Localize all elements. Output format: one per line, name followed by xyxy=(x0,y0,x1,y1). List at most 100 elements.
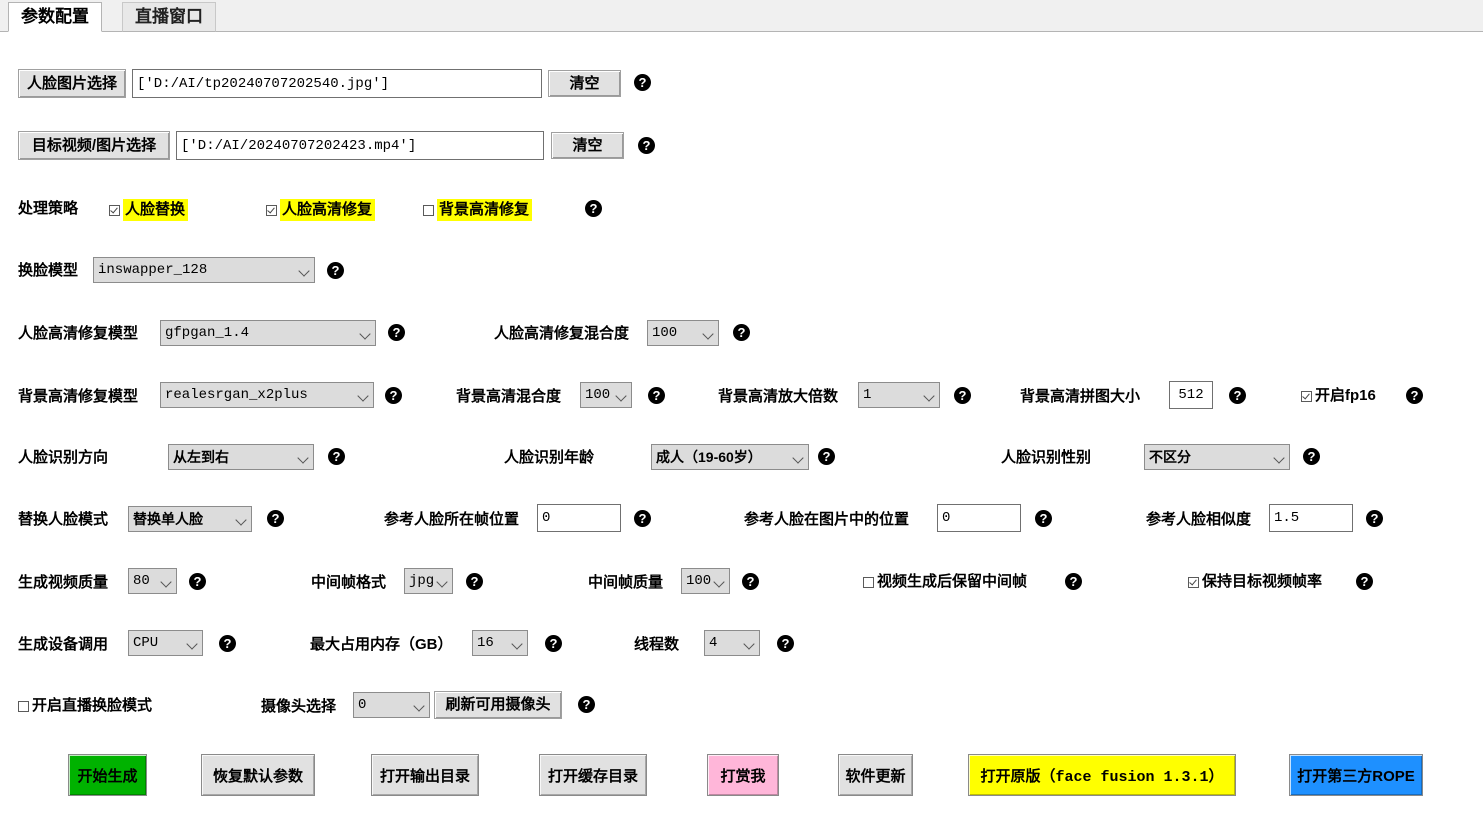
help-icon-detect-gender[interactable]: ? xyxy=(1303,448,1320,465)
help-icon-face-restore-model[interactable]: ? xyxy=(388,324,405,341)
bg-tile-input[interactable]: 512 xyxy=(1169,381,1213,409)
checkbox-box-keep-frames xyxy=(863,576,874,588)
threads-value: 4 xyxy=(709,635,718,651)
checkbox-background-enhance[interactable]: 背景高清修复 xyxy=(423,199,533,221)
bg-restore-model-label: 背景高清修复模型 xyxy=(18,388,139,405)
frame-format-value: jpg xyxy=(409,573,435,589)
face-restore-model-value: gfpgan_1.4 xyxy=(165,325,250,341)
checkbox-label-face-enhance: 人脸高清修复 xyxy=(280,199,376,221)
help-icon-video-quality[interactable]: ? xyxy=(189,573,206,590)
max-memory-label: 最大占用内存（GB） xyxy=(310,636,453,653)
open-cache-dir-button[interactable]: 打开缓存目录 xyxy=(539,754,647,796)
checkbox-label-keep-fps: 保持目标视频帧率 xyxy=(1202,573,1323,590)
bg-scale-select[interactable]: 1 xyxy=(858,382,940,408)
help-icon-target-media[interactable]: ? xyxy=(638,137,655,154)
help-icon-swap-mode[interactable]: ? xyxy=(267,510,284,527)
max-memory-value: 16 xyxy=(477,635,494,651)
chevron-down-icon-detect-direction xyxy=(297,445,311,469)
detect-direction-select[interactable]: 从左到右 xyxy=(168,444,314,470)
help-icon-ref-similarity[interactable]: ? xyxy=(1366,510,1383,527)
face-image-clear-button[interactable]: 清空 xyxy=(548,70,621,97)
checkbox-face-enhance[interactable]: 人脸高清修复 xyxy=(266,199,376,221)
max-memory-select[interactable]: 16 xyxy=(472,630,528,656)
help-icon-bg-blend[interactable]: ? xyxy=(648,387,665,404)
help-icon-frame-quality[interactable]: ? xyxy=(742,573,759,590)
start-generate-button[interactable]: 开始生成 xyxy=(68,754,147,796)
help-icon-keep-frames[interactable]: ? xyxy=(1065,573,1082,590)
help-icon-ref-img-pos[interactable]: ? xyxy=(1035,510,1052,527)
chevron-down-icon-face-restore-model xyxy=(359,321,373,345)
help-icon-strategy[interactable]: ? xyxy=(585,200,602,217)
frame-format-label: 中间帧格式 xyxy=(311,574,387,591)
checkbox-label-keep-frames: 视频生成后保留中间帧 xyxy=(877,573,1028,590)
donate-button[interactable]: 打赏我 xyxy=(707,754,779,796)
help-icon-device[interactable]: ? xyxy=(219,635,236,652)
help-icon-face-restore-blend[interactable]: ? xyxy=(733,324,750,341)
open-original-facefusion-button[interactable]: 打开原版（face fusion 1.3.1） xyxy=(968,754,1236,796)
help-icon-bg-tile[interactable]: ? xyxy=(1229,387,1246,404)
ref-similarity-input[interactable]: 1.5 xyxy=(1269,504,1353,532)
ref-similarity-label: 参考人脸相似度 xyxy=(1146,511,1252,528)
detect-gender-value: 不区分 xyxy=(1149,449,1191,465)
help-icon-face-image[interactable]: ? xyxy=(634,74,651,91)
help-icon-max-memory[interactable]: ? xyxy=(545,635,562,652)
help-icon-threads[interactable]: ? xyxy=(777,635,794,652)
help-icon-camera[interactable]: ? xyxy=(578,696,595,713)
tab-live-window[interactable]: 直播窗口 xyxy=(122,2,216,32)
restore-defaults-button[interactable]: 恢复默认参数 xyxy=(201,754,315,796)
help-icon-frame-format[interactable]: ? xyxy=(466,573,483,590)
face-image-path-input[interactable]: ['D:/AI/tp20240707202540.jpg'] xyxy=(132,69,542,98)
help-icon-detect-age[interactable]: ? xyxy=(818,448,835,465)
device-value: CPU xyxy=(133,635,159,651)
bg-scale-value: 1 xyxy=(863,387,872,403)
detect-age-select[interactable]: 成人（19-60岁） xyxy=(651,444,809,470)
checkbox-label-fp16: 开启fp16 xyxy=(1315,387,1376,404)
swap-mode-label: 替换人脸模式 xyxy=(18,511,109,528)
help-icon-ref-frame-pos[interactable]: ? xyxy=(634,510,651,527)
detect-age-value: 成人（19-60岁） xyxy=(656,449,762,465)
help-icon-bg-restore-model[interactable]: ? xyxy=(385,387,402,404)
chevron-down-icon-swap-model xyxy=(298,258,312,282)
checkbox-enable-fp16[interactable]: 开启fp16 xyxy=(1301,386,1376,406)
bg-blend-select[interactable]: 100 xyxy=(580,382,632,408)
tab-bar: 参数配置 直播窗口 xyxy=(0,0,1483,32)
bg-restore-model-select[interactable]: realesrgan_x2plus xyxy=(160,382,374,408)
video-quality-select[interactable]: 80 xyxy=(128,568,177,594)
swap-mode-select[interactable]: 替换单人脸 xyxy=(128,506,252,532)
device-select[interactable]: CPU xyxy=(128,630,203,656)
ref-frame-pos-input[interactable]: 0 xyxy=(537,504,621,532)
target-media-clear-button[interactable]: 清空 xyxy=(551,132,624,159)
checkbox-box-live-mode xyxy=(18,700,29,712)
face-restore-model-select[interactable]: gfpgan_1.4 xyxy=(160,320,376,346)
open-third-party-rope-button[interactable]: 打开第三方ROPE xyxy=(1289,754,1423,796)
help-icon-fp16[interactable]: ? xyxy=(1406,387,1423,404)
tab-parameter-config[interactable]: 参数配置 xyxy=(8,2,102,32)
target-media-select-button[interactable]: 目标视频/图片选择 xyxy=(18,131,170,160)
detect-gender-label: 人脸识别性别 xyxy=(1001,449,1092,466)
checkbox-face-swap[interactable]: 人脸替换 xyxy=(109,199,189,221)
frame-quality-select[interactable]: 100 xyxy=(681,568,730,594)
target-media-path-input[interactable]: ['D:/AI/20240707202423.mp4'] xyxy=(176,131,544,160)
detect-gender-select[interactable]: 不区分 xyxy=(1144,444,1290,470)
checkbox-enable-live-swap[interactable]: 开启直播换脸模式 xyxy=(18,696,152,716)
threads-select[interactable]: 4 xyxy=(704,630,760,656)
chevron-down-icon-detect-age xyxy=(792,445,806,469)
checkbox-keep-intermediate-frames[interactable]: 视频生成后保留中间帧 xyxy=(863,572,1027,592)
chevron-down-icon-camera xyxy=(413,693,427,717)
chevron-down-icon-device xyxy=(186,631,200,655)
camera-select[interactable]: 0 xyxy=(353,692,430,718)
detect-age-label: 人脸识别年龄 xyxy=(504,449,595,466)
frame-format-select[interactable]: jpg xyxy=(404,568,453,594)
ref-img-pos-input[interactable]: 0 xyxy=(937,504,1021,532)
face-restore-blend-select[interactable]: 100 xyxy=(647,320,719,346)
face-image-select-button[interactable]: 人脸图片选择 xyxy=(18,69,126,98)
refresh-cameras-button[interactable]: 刷新可用摄像头 xyxy=(434,691,562,719)
open-output-dir-button[interactable]: 打开输出目录 xyxy=(371,754,479,796)
help-icon-detect-direction[interactable]: ? xyxy=(328,448,345,465)
help-icon-bg-scale[interactable]: ? xyxy=(954,387,971,404)
software-update-button[interactable]: 软件更新 xyxy=(838,754,913,796)
help-icon-swap-model[interactable]: ? xyxy=(327,262,344,279)
help-icon-keep-fps[interactable]: ? xyxy=(1356,573,1373,590)
checkbox-keep-target-fps[interactable]: 保持目标视频帧率 xyxy=(1188,572,1322,592)
swap-model-select[interactable]: inswapper_128 xyxy=(93,257,315,283)
